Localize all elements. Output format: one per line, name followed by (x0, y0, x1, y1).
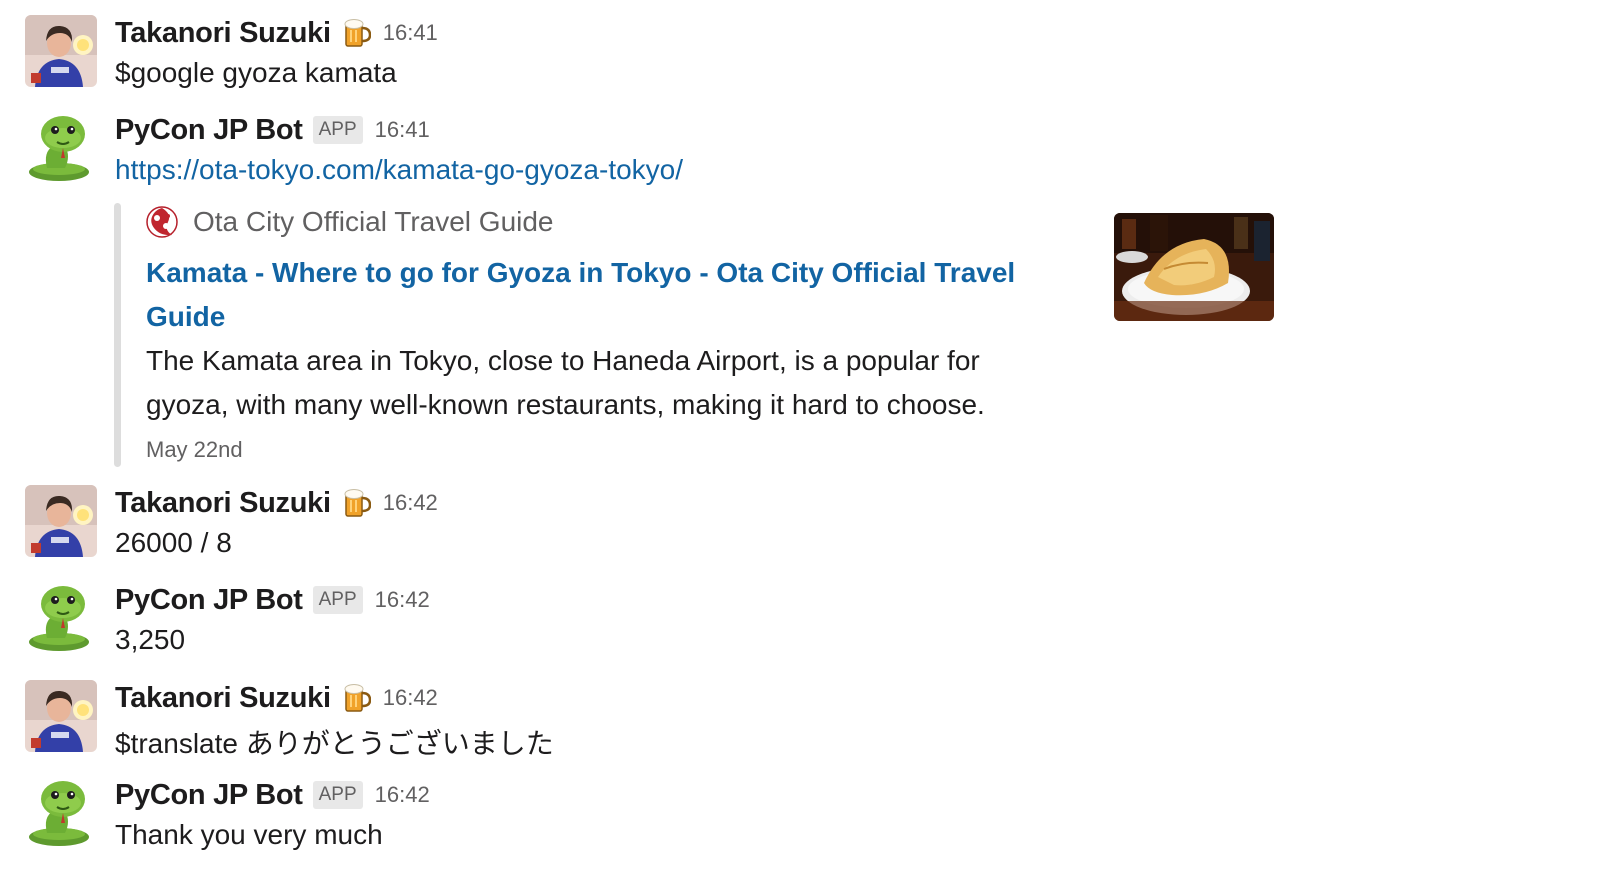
user-avatar[interactable] (25, 680, 97, 752)
beer-mug-icon[interactable] (343, 488, 371, 518)
beer-mug-icon[interactable] (343, 683, 371, 713)
ota-city-logo-icon (146, 206, 178, 238)
gyoza-plate-image[interactable] (1114, 213, 1274, 321)
user-photo-avatar-icon (25, 15, 97, 87)
app-badge: APP (312, 586, 363, 614)
bot-avatar[interactable] (25, 582, 97, 654)
snake-bot-avatar-icon (25, 777, 97, 849)
author-name[interactable]: Takanori Suzuki (115, 17, 331, 50)
unfurl-site: Ota City Official Travel Guide (146, 205, 554, 239)
author-name[interactable]: PyCon JP Bot (115, 114, 303, 147)
beer-mug-icon[interactable] (343, 18, 371, 48)
unfurl-description: The Kamata area in Tokyo, close to Haned… (146, 345, 985, 420)
message-header: Takanori Suzuki 16:42 (115, 485, 438, 521)
message-header: PyCon JP Bot APP 16:42 (115, 777, 430, 813)
message-timestamp[interactable]: 16:41 (375, 117, 430, 143)
user-avatar[interactable] (25, 15, 97, 87)
message-text: https://ota-tokyo.com/kamata-go-gyoza-to… (115, 154, 683, 186)
message-timestamp[interactable]: 16:41 (383, 20, 438, 46)
user-photo-avatar-icon (25, 485, 97, 557)
message-timestamp[interactable]: 16:42 (375, 587, 430, 613)
message-feed: Takanori Suzuki 16:41 $google gyoza kama… (0, 0, 1610, 892)
snake-bot-avatar-icon (25, 582, 97, 654)
unfurl-date: May 22nd (146, 437, 243, 462)
author-name[interactable]: Takanori Suzuki (115, 682, 331, 715)
app-badge: APP (312, 116, 363, 144)
message-text: Thank you very much (115, 819, 383, 850)
message-text: $google gyoza kamata (115, 57, 397, 88)
message-timestamp[interactable]: 16:42 (383, 685, 438, 711)
message-header: Takanori Suzuki 16:41 (115, 15, 438, 51)
message-header: PyCon JP Bot APP 16:42 (115, 582, 430, 618)
user-photo-avatar-icon (25, 680, 97, 752)
bot-avatar[interactable] (25, 112, 97, 184)
message-timestamp[interactable]: 16:42 (383, 490, 438, 516)
message-timestamp[interactable]: 16:42 (375, 782, 430, 808)
bot-avatar[interactable] (25, 777, 97, 849)
unfurl-site-name: Ota City Official Travel Guide (193, 206, 554, 237)
message-link[interactable]: https://ota-tokyo.com/kamata-go-gyoza-to… (115, 154, 683, 185)
author-name[interactable]: Takanori Suzuki (115, 487, 331, 520)
app-badge: APP (312, 781, 363, 809)
message-text: 3,250 (115, 624, 186, 655)
attachment-bar (114, 203, 121, 467)
message-header: Takanori Suzuki 16:42 (115, 680, 438, 716)
message-header: PyCon JP Bot APP 16:41 (115, 112, 430, 148)
author-name[interactable]: PyCon JP Bot (115, 584, 303, 617)
unfurl-title-link[interactable]: Kamata - Where to go for Gyoza in Tokyo … (146, 251, 1046, 339)
user-avatar[interactable] (25, 485, 97, 557)
author-name[interactable]: PyCon JP Bot (115, 779, 303, 812)
snake-bot-avatar-icon (25, 112, 97, 184)
link-unfurl: Ota City Official Travel Guide Kamata - … (114, 203, 1284, 467)
message-text: 26000 / 8 (115, 527, 232, 558)
message-text: $translate ありがとうございました (115, 728, 554, 759)
